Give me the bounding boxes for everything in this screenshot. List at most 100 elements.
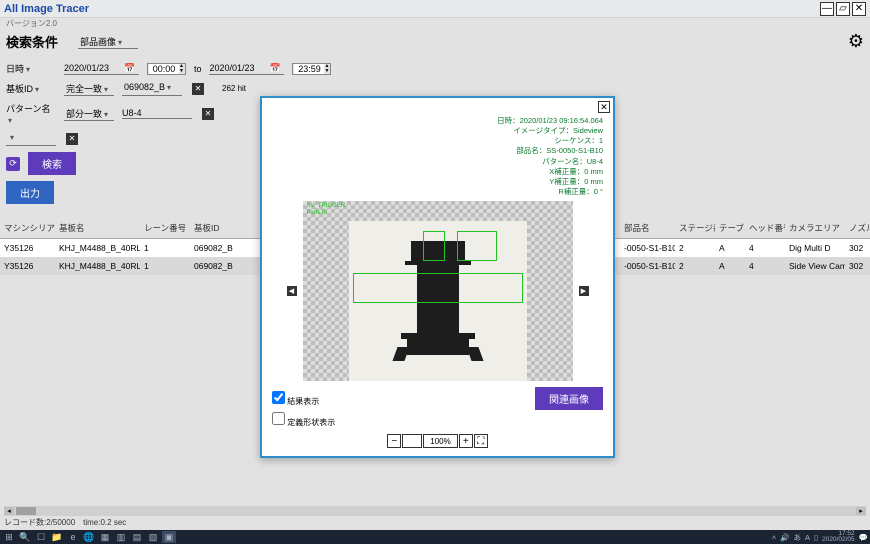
to-label: to: [194, 64, 202, 74]
board-value-dropdown[interactable]: 069082_B: [122, 81, 182, 96]
col-head[interactable]: ヘッド番号: [745, 218, 785, 239]
dialog-close-icon[interactable]: ✕: [598, 101, 610, 113]
table-cell: Y35126: [0, 239, 55, 258]
extra-dropdown[interactable]: [6, 131, 56, 146]
pattern-value-input[interactable]: [122, 108, 192, 119]
scroll-thumb[interactable]: [16, 507, 36, 515]
clear-icon[interactable]: ✕: [66, 133, 78, 145]
col-machine[interactable]: マシンシリアル: [0, 218, 55, 239]
maximize-button[interactable]: ▱: [836, 2, 850, 16]
image-preview-dialog: ✕ 日時：2020/01/23 09:16:54.064 イメージタイプ：Sid…: [260, 96, 615, 458]
table-cell: KHJ_M4488_B_40RL1: [55, 239, 140, 258]
time-to-input[interactable]: [294, 64, 324, 74]
table-cell: -0050-S1-B10: [620, 257, 675, 275]
info-r: R補正量：0 °: [272, 187, 603, 197]
search-icon[interactable]: 🔍: [18, 531, 32, 543]
reload-icon[interactable]: ⟳: [6, 157, 20, 171]
ime-status[interactable]: あ: [793, 532, 801, 543]
col-part[interactable]: 部品名: [620, 218, 675, 239]
edge-icon[interactable]: e: [66, 531, 80, 543]
tray-icon[interactable]: 🔊: [780, 533, 789, 542]
ie-icon[interactable]: 🌐: [82, 531, 96, 543]
clear-icon[interactable]: ✕: [192, 83, 204, 95]
table-cell: Dig Multi D: [785, 239, 845, 258]
app-icon[interactable]: ▦: [98, 531, 112, 543]
current-app-icon[interactable]: ▣: [162, 531, 176, 543]
system-tray: ˄ 🔊 あ A ▯ 17:522020/02/05 💬: [772, 531, 868, 544]
notification-icon[interactable]: 💬: [859, 533, 868, 542]
col-table[interactable]: テーブル: [715, 218, 745, 239]
prev-image-icon[interactable]: ◀: [287, 286, 297, 296]
gear-icon[interactable]: ⚙: [848, 31, 864, 52]
scroll-right-icon[interactable]: ▸: [856, 507, 866, 515]
info-type: イメージタイプ：Sideview: [272, 126, 603, 136]
info-sequence: シーケンス：1: [272, 136, 603, 146]
info-datetime: 日時：2020/01/23 09:16:54.064: [272, 116, 603, 126]
col-camera[interactable]: カメラエリア: [785, 218, 845, 239]
app-icon[interactable]: ▥: [114, 531, 128, 543]
board-match-dropdown[interactable]: 完全一致: [64, 81, 114, 96]
datetime-label[interactable]: 日時: [6, 62, 56, 75]
minimize-button[interactable]: —: [820, 2, 834, 16]
clock[interactable]: 17:522020/02/05: [822, 531, 855, 544]
pattern-label[interactable]: パターン名: [6, 102, 56, 125]
next-image-icon[interactable]: ▶: [579, 286, 589, 296]
info-part: 部品名：SS-0050-S1-B10: [272, 146, 603, 156]
date-from-input[interactable]: [64, 63, 124, 73]
scroll-left-icon[interactable]: ◂: [4, 507, 14, 515]
fullscreen-icon[interactable]: ⛶: [474, 434, 488, 448]
col-stage[interactable]: ステージ番号: [675, 218, 715, 239]
image-type-dropdown[interactable]: 部品画像: [78, 34, 138, 49]
time-spinner[interactable]: ▲▼: [179, 64, 184, 74]
date-to[interactable]: 📅: [209, 63, 284, 75]
lang-status[interactable]: A: [805, 533, 810, 542]
time-spinner[interactable]: ▲▼: [324, 64, 329, 74]
roi-box: [423, 231, 445, 261]
tray-up-icon[interactable]: ˄: [772, 533, 776, 542]
table-cell: A: [715, 257, 745, 275]
board-label[interactable]: 基板ID: [6, 82, 56, 95]
windows-taskbar: ⊞ 🔍 ☐ 📁 e 🌐 ▦ ▥ ▤ ▧ ▣ ˄ 🔊 あ A ▯ 17:52202…: [0, 530, 870, 544]
tray-icon[interactable]: ▯: [814, 533, 818, 542]
close-button[interactable]: ✕: [852, 2, 866, 16]
app-title: All Image Tracer: [4, 3, 818, 15]
col-board-name[interactable]: 基板名: [55, 218, 140, 239]
image-canvas: SV_TRIGGERPartsTo: [303, 201, 573, 381]
table-cell: 302: [845, 257, 870, 275]
app-icon[interactable]: ▤: [130, 531, 144, 543]
pattern-match-dropdown[interactable]: 部分一致: [64, 106, 114, 121]
related-images-button[interactable]: 関連画像: [535, 387, 603, 410]
date-to-input[interactable]: [209, 63, 269, 73]
table-cell: KHJ_M4488_B_40RL1: [55, 257, 140, 275]
export-button[interactable]: 出力: [6, 181, 54, 204]
title-bar: All Image Tracer — ▱ ✕: [0, 0, 870, 18]
date-from[interactable]: 📅: [64, 63, 139, 75]
zoom-controls: − 100% + ⛶: [262, 430, 613, 456]
table-cell: 1: [140, 239, 190, 258]
horizontal-scrollbar[interactable]: ◂ ▸: [4, 506, 866, 516]
status-bar: レコード数:2/50000 time:0.2 sec: [4, 517, 126, 528]
time-from[interactable]: ▲▼: [147, 63, 186, 75]
zoom-slider[interactable]: [402, 434, 422, 448]
zoom-out-icon[interactable]: −: [387, 434, 401, 448]
col-nozzle[interactable]: ノズルタ: [845, 218, 870, 239]
calendar-icon[interactable]: 📅: [269, 63, 280, 74]
info-y: Y補正量：0 mm: [272, 177, 603, 187]
start-icon[interactable]: ⊞: [2, 531, 16, 543]
info-x: X補正量：0 mm: [272, 167, 603, 177]
zoom-in-icon[interactable]: +: [459, 434, 473, 448]
table-cell: Side View Camera D: [785, 257, 845, 275]
task-view-icon[interactable]: ☐: [34, 531, 48, 543]
calendar-icon[interactable]: 📅: [124, 63, 135, 74]
search-button[interactable]: 検索: [28, 152, 76, 175]
explorer-icon[interactable]: 📁: [50, 531, 64, 543]
time-to[interactable]: ▲▼: [292, 63, 331, 75]
roi-box: [353, 273, 523, 303]
shape-checkbox[interactable]: 定義形状表示: [272, 412, 335, 428]
app-icon[interactable]: ▧: [146, 531, 160, 543]
col-lane[interactable]: レーン番号: [140, 218, 190, 239]
result-checkbox[interactable]: 結果表示: [272, 391, 319, 407]
clear-icon[interactable]: ✕: [202, 108, 214, 120]
time-from-input[interactable]: [149, 64, 179, 74]
table-cell: 2: [675, 239, 715, 258]
